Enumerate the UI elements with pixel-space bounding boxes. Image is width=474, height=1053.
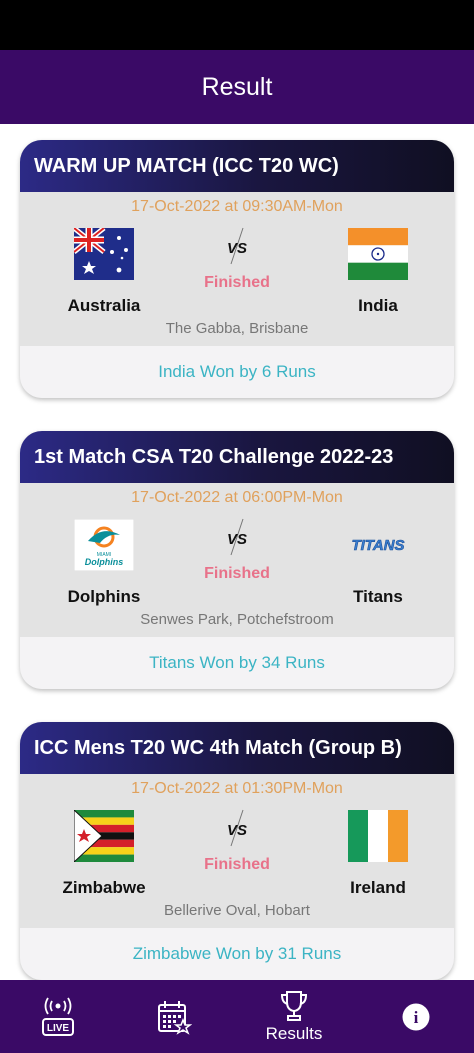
team-2: TITANS Titans bbox=[313, 519, 443, 607]
nav-live[interactable]: LIVE bbox=[28, 980, 88, 1053]
match-result: Zimbabwe Won by 31 Runs bbox=[20, 928, 454, 980]
team-2-name: Ireland bbox=[350, 878, 406, 897]
ireland-flag-icon bbox=[348, 810, 408, 862]
match-status: Finished bbox=[204, 856, 270, 873]
live-badge: LIVE bbox=[47, 1023, 70, 1034]
team-1-name: Zimbabwe bbox=[62, 878, 146, 897]
match-card[interactable]: ICC Mens T20 WC 4th Match (Group B) 17-O… bbox=[20, 722, 454, 980]
match-title: 1st Match CSA T20 Challenge 2022-23 bbox=[20, 431, 454, 483]
nav-results-label: Results bbox=[265, 1023, 323, 1043]
australia-flag-icon bbox=[72, 226, 134, 280]
svg-text:TITANS: TITANS bbox=[351, 537, 404, 554]
team-1: Zimbabwe bbox=[39, 808, 169, 898]
match-venue: Bellerive Oval, Hobart bbox=[164, 902, 310, 919]
app-bar: Result bbox=[0, 50, 474, 124]
match-body: 17-Oct-2022 at 06:00PM-Mon MIAMI Dolphin… bbox=[20, 483, 454, 637]
calendar-icon bbox=[158, 1000, 192, 1035]
vs-label: VS bbox=[227, 240, 247, 257]
match-card[interactable]: 1st Match CSA T20 Challenge 2022-23 17-O… bbox=[20, 431, 454, 689]
titans-logo-icon: TITANS bbox=[348, 519, 408, 571]
info-icon: i bbox=[402, 1003, 430, 1030]
match-title: ICC Mens T20 WC 4th Match (Group B) bbox=[20, 722, 454, 774]
team-2-name: India bbox=[358, 296, 398, 315]
match-datetime: 17-Oct-2022 at 09:30AM-Mon bbox=[131, 198, 343, 215]
results-list[interactable]: WARM UP MATCH (ICC T20 WC) 17-Oct-2022 a… bbox=[0, 124, 474, 980]
vs-label: VS bbox=[227, 531, 247, 548]
match-status: Finished bbox=[204, 565, 270, 582]
team-1: MIAMI Dolphins Dolphins bbox=[39, 518, 169, 607]
match-card[interactable]: WARM UP MATCH (ICC T20 WC) 17-Oct-2022 a… bbox=[20, 140, 454, 398]
india-flag-icon bbox=[348, 228, 408, 280]
nav-schedule[interactable] bbox=[144, 980, 204, 1053]
match-venue: Senwes Park, Potchefstroom bbox=[140, 611, 334, 628]
trophy-icon bbox=[280, 990, 308, 1021]
dolphins-logo-icon: MIAMI Dolphins bbox=[73, 518, 135, 572]
match-datetime: 17-Oct-2022 at 01:30PM-Mon bbox=[131, 780, 343, 797]
team-2: India bbox=[313, 228, 443, 316]
status-bar bbox=[0, 0, 474, 50]
bottom-navigation: LIVE Results i bbox=[0, 980, 474, 1053]
vs-icon: VS bbox=[217, 517, 257, 557]
vs-icon: VS bbox=[217, 808, 257, 848]
nav-results[interactable]: Results bbox=[254, 980, 334, 1053]
team-2-name: Titans bbox=[353, 587, 403, 606]
vs-icon: VS bbox=[217, 226, 257, 266]
match-venue: The Gabba, Brisbane bbox=[165, 320, 309, 337]
match-status: Finished bbox=[204, 274, 270, 291]
nav-info[interactable]: i bbox=[386, 980, 446, 1053]
team-1-name: Australia bbox=[67, 296, 141, 315]
zimbabwe-flag-icon bbox=[73, 808, 134, 864]
match-result: India Won by 6 Runs bbox=[20, 346, 454, 398]
svg-text:i: i bbox=[414, 1008, 419, 1027]
vs-label: VS bbox=[227, 822, 247, 839]
match-datetime: 17-Oct-2022 at 06:00PM-Mon bbox=[131, 489, 343, 506]
live-icon: LIVE bbox=[42, 997, 74, 1036]
match-body: 17-Oct-2022 at 01:30PM-Mon Zimbabwe VS I… bbox=[20, 774, 454, 928]
match-body: 17-Oct-2022 at 09:30AM-Mon Australia VS … bbox=[20, 192, 454, 346]
team-2: Ireland bbox=[313, 810, 443, 898]
team-1-name: Dolphins bbox=[67, 587, 141, 606]
page-title: Result bbox=[201, 72, 273, 101]
match-result: Titans Won by 34 Runs bbox=[20, 637, 454, 689]
match-title: WARM UP MATCH (ICC T20 WC) bbox=[20, 140, 454, 192]
team-1: Australia bbox=[39, 226, 169, 316]
